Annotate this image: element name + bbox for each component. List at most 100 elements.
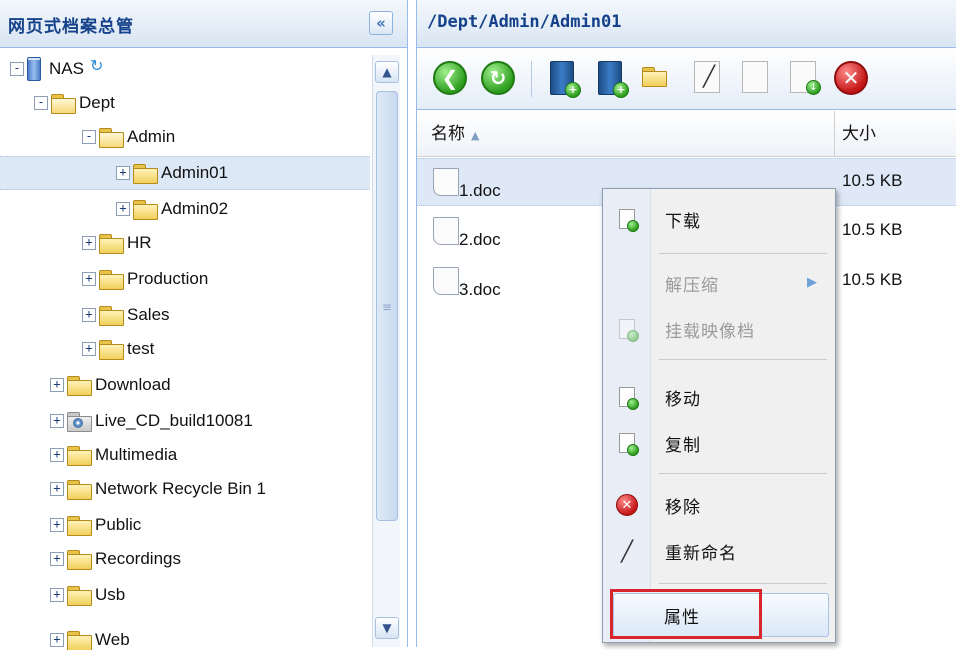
refresh-icon[interactable]: ↻	[90, 56, 103, 75]
expand-icon[interactable]: +	[50, 448, 64, 462]
tree-item-label: Admin02	[161, 199, 229, 218]
expand-icon[interactable]: +	[50, 552, 64, 566]
menu-item-extract[interactable]: 解压缩 ▶	[605, 261, 833, 305]
tree-item-recordings[interactable]: + Recordings	[0, 542, 370, 576]
delete-icon: ✕	[616, 494, 638, 516]
folder-open-icon	[99, 128, 124, 148]
context-menu: 下载 解压缩 ▶ 挂载映像档 移动 复制 ✕ 移除 ╱ 重新命名 属性	[602, 188, 836, 643]
tree-item-label: Recordings	[95, 549, 181, 568]
tree-scrollbar[interactable]: ▲ ≡ ▼	[372, 55, 400, 647]
create-share-icon: +	[550, 60, 581, 98]
rename-icon: ╱	[620, 539, 634, 563]
collapse-icon[interactable]: -	[34, 96, 48, 110]
folder-icon	[67, 446, 92, 466]
tree-item-label: Production	[127, 269, 209, 288]
file-name: 1.doc	[459, 181, 501, 200]
rename-button[interactable]: ╱	[690, 60, 726, 97]
create-folder-button[interactable]: +	[594, 60, 630, 98]
tree-item-multimedia[interactable]: + Multimedia	[0, 438, 370, 472]
create-share-button[interactable]: +	[546, 60, 582, 98]
document-icon	[433, 267, 459, 295]
file-panel-header: /Dept/Admin/Admin01	[417, 0, 956, 48]
file-size: 10.5 KB	[842, 220, 903, 239]
refresh-button[interactable]: ↻	[481, 60, 517, 97]
tree-item-public[interactable]: + Public	[0, 508, 370, 542]
download-icon	[619, 209, 639, 232]
expand-icon[interactable]: +	[116, 202, 130, 216]
folder-icon	[99, 306, 124, 326]
delete-button[interactable]: ✕	[834, 60, 870, 97]
tree-item-label: Sales	[127, 305, 170, 324]
scroll-down-button[interactable]: ▼	[375, 617, 399, 639]
expand-icon[interactable]: +	[50, 518, 64, 532]
tree-item-admin02[interactable]: + Admin02	[0, 192, 370, 226]
menu-item-move[interactable]: 移动	[605, 375, 833, 419]
expand-icon[interactable]: +	[50, 378, 64, 392]
menu-item-rename[interactable]: ╱ 重新命名	[605, 529, 833, 573]
folder-open-icon	[51, 94, 76, 114]
delete-icon: ✕	[834, 60, 868, 95]
expand-icon[interactable]: +	[82, 272, 96, 286]
menu-item-properties[interactable]: 属性	[613, 593, 829, 637]
collapse-panel-button[interactable]: «	[369, 11, 393, 35]
create-folder-icon: +	[598, 60, 629, 98]
refresh-icon: ↻	[481, 60, 515, 95]
tree-item-hr[interactable]: + HR	[0, 226, 370, 260]
folder-icon	[99, 234, 124, 254]
tree-item-download[interactable]: + Download	[0, 368, 370, 402]
scrollbar-thumb[interactable]: ≡	[376, 91, 398, 521]
expand-icon[interactable]: +	[116, 166, 130, 180]
folder-icon	[67, 586, 92, 606]
tree-item-dept[interactable]: - Dept	[0, 86, 370, 120]
document-icon	[433, 217, 459, 245]
scroll-up-button[interactable]: ▲	[375, 61, 399, 83]
collapse-icon[interactable]: -	[82, 130, 96, 144]
file-name: 2.doc	[459, 230, 501, 249]
copy-icon	[742, 60, 768, 93]
tree-item-admin[interactable]: - Admin	[0, 120, 370, 154]
menu-item-label: 复制	[665, 435, 701, 456]
move-button[interactable]: ↓	[786, 60, 822, 97]
column-header-size[interactable]: 大小	[842, 111, 876, 157]
back-button[interactable]: ❮	[433, 60, 469, 97]
column-header-name[interactable]: 名称 ▲	[417, 111, 835, 157]
expand-icon[interactable]: +	[82, 308, 96, 322]
tree-item-production[interactable]: + Production	[0, 262, 370, 296]
tree-item-sales[interactable]: + Sales	[0, 298, 370, 332]
upload-button[interactable]	[642, 61, 678, 97]
tree-item-test[interactable]: + test	[0, 332, 370, 366]
mount-icon	[619, 319, 639, 342]
expand-icon[interactable]: +	[50, 633, 64, 647]
menu-item-download[interactable]: 下载	[605, 197, 833, 241]
file-toolbar: ❮ ↻ + + ╱ ↓ ✕	[417, 48, 956, 110]
copy-icon	[619, 433, 639, 456]
tree-item-live-cd[interactable]: + Live_CD_build10081	[0, 404, 370, 438]
expand-icon[interactable]: +	[50, 588, 64, 602]
folder-icon	[133, 200, 158, 220]
menu-item-mount-iso[interactable]: 挂载映像档	[605, 307, 833, 351]
back-icon: ❮	[433, 60, 467, 95]
menu-item-delete[interactable]: ✕ 移除	[605, 483, 833, 527]
menu-item-copy[interactable]: 复制	[605, 421, 833, 465]
menu-separator	[659, 359, 827, 360]
copy-button[interactable]	[738, 60, 774, 97]
document-icon	[433, 168, 459, 196]
disc-icon	[73, 418, 83, 428]
tree-item-label: NAS	[49, 59, 84, 78]
tree-item-label: Network Recycle Bin 1	[95, 479, 267, 498]
tree-item-network-recycle-bin[interactable]: + Network Recycle Bin 1	[0, 472, 370, 506]
expand-icon[interactable]: +	[82, 236, 96, 250]
menu-item-label: 重新命名	[665, 543, 737, 564]
tree-item-usb[interactable]: + Usb	[0, 578, 370, 612]
expand-icon[interactable]: +	[82, 342, 96, 356]
menu-separator	[659, 583, 827, 584]
tree-item-admin01[interactable]: + Admin01	[0, 156, 370, 190]
tree-item-web[interactable]: + Web	[0, 630, 370, 650]
tree-item-label: Public	[95, 515, 142, 534]
menu-item-label: 下载	[665, 211, 701, 232]
tree-item-nas[interactable]: - NAS ↻	[0, 52, 370, 86]
expand-icon[interactable]: +	[50, 414, 64, 428]
collapse-icon[interactable]: -	[10, 62, 24, 76]
folder-tree-panel: 网页式档案总管 « - NAS ↻ - Dept - Admin + Admin…	[0, 0, 408, 650]
expand-icon[interactable]: +	[50, 482, 64, 496]
